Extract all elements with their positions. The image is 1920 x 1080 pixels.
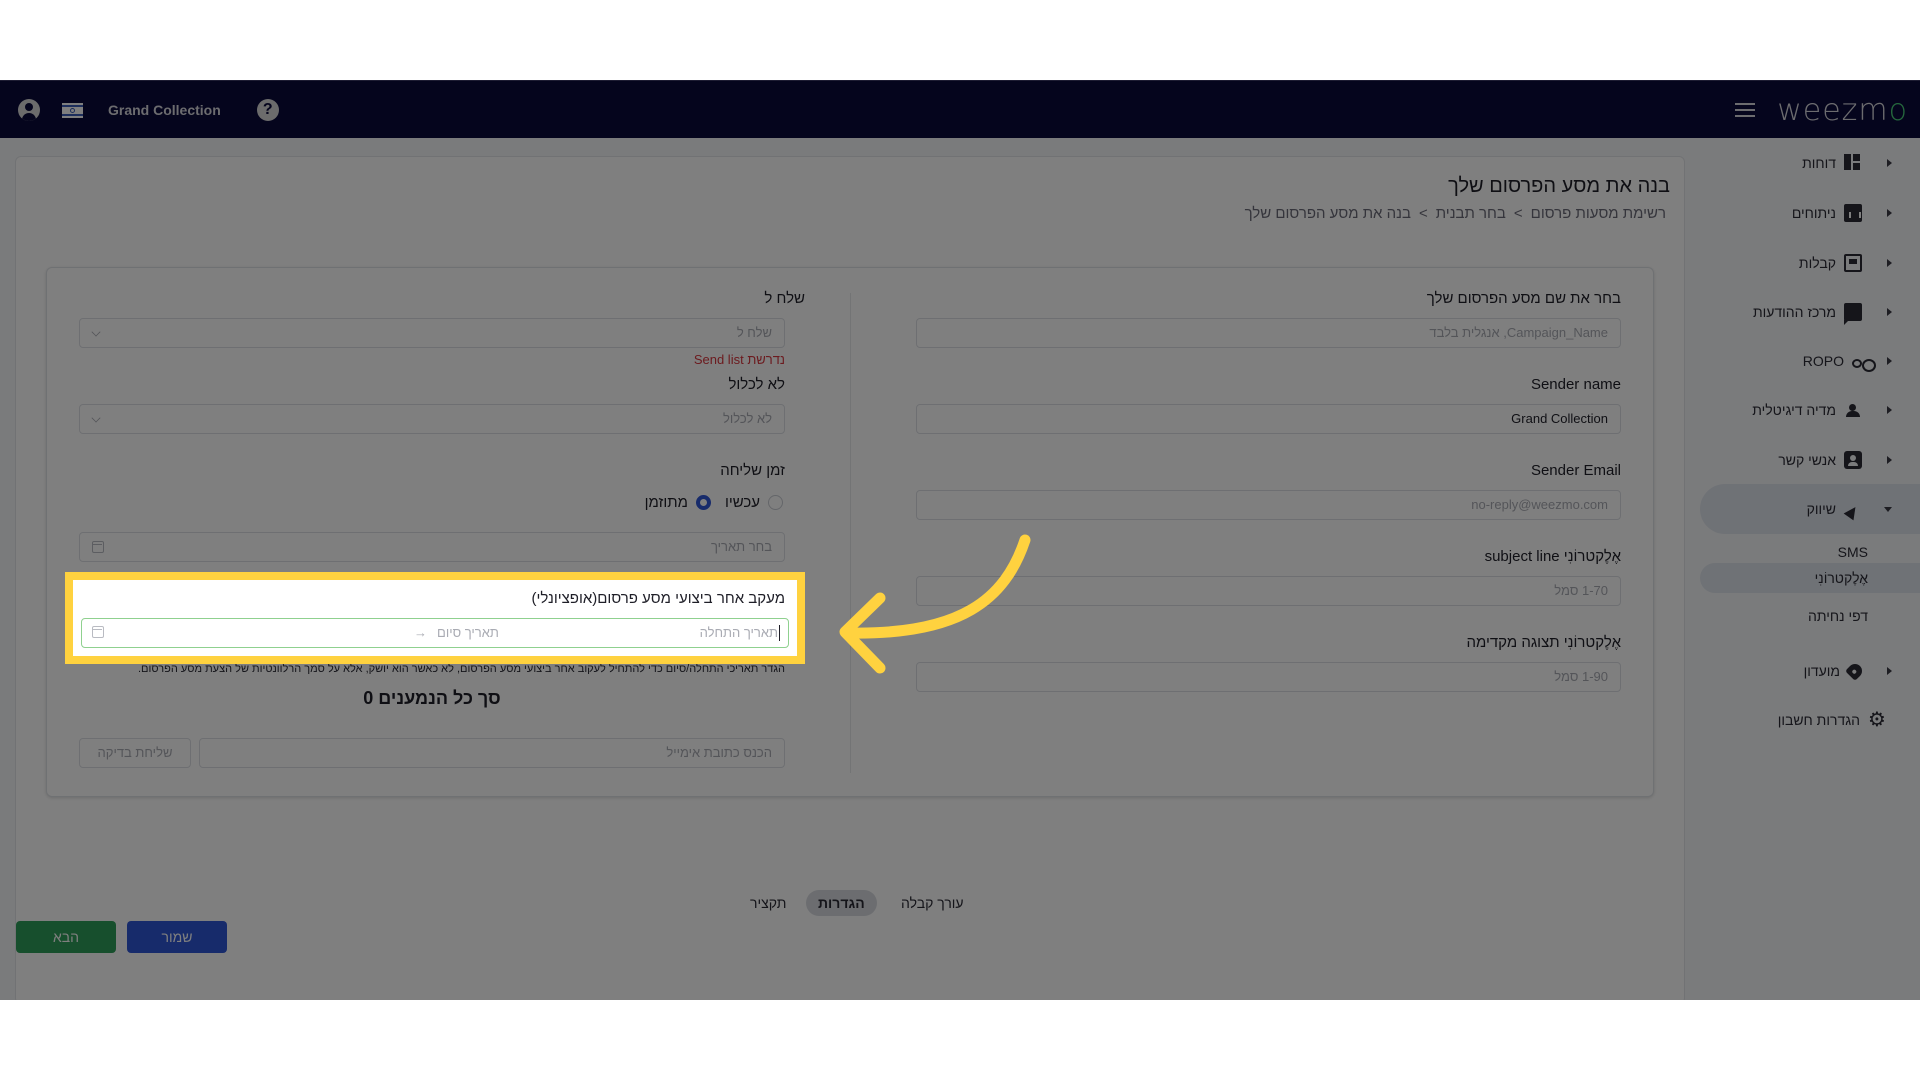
annotation-arrow-icon xyxy=(839,534,1031,674)
